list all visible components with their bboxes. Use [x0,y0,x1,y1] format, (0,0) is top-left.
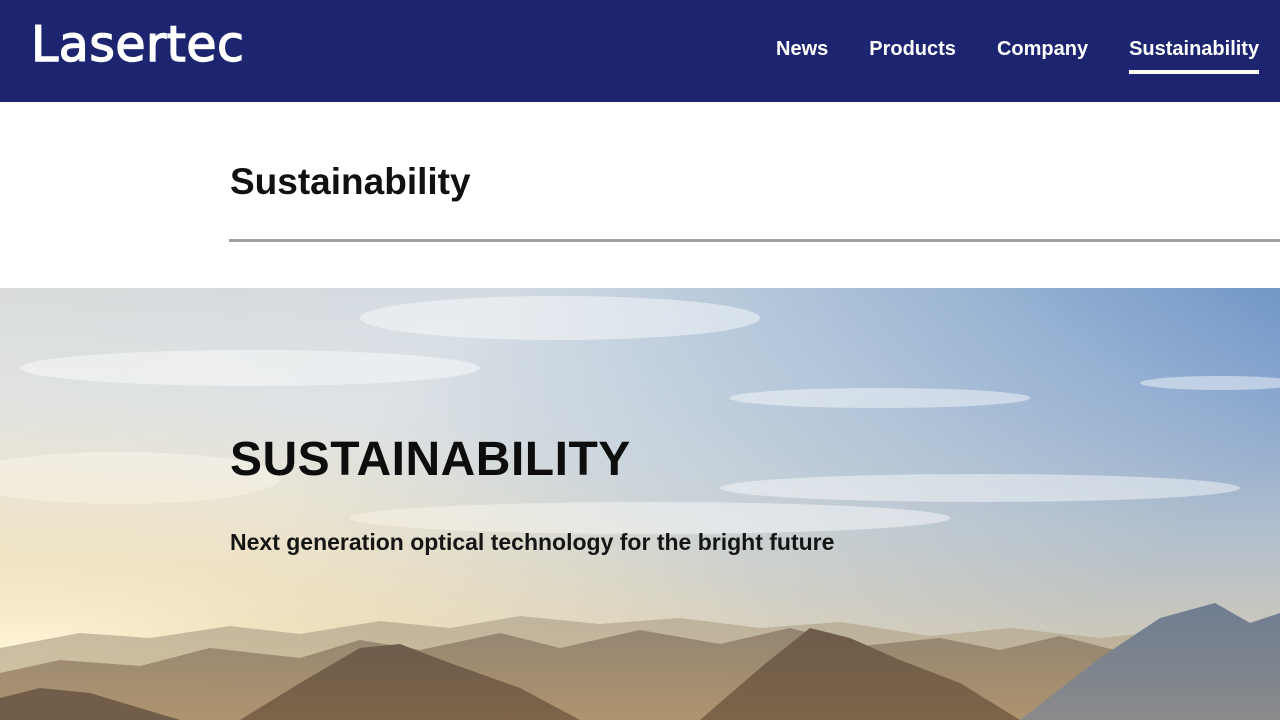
nav-item-sustainability[interactable]: Sustainability [1129,37,1260,74]
main-nav: News Products Company Sustainability [776,0,1280,102]
nav-item-news[interactable]: News [776,37,828,61]
title-divider [229,239,1280,242]
hero-heading: SUSTAINABILITY [230,433,631,486]
page-title-section: Sustainability [0,102,1280,288]
nav-item-products[interactable]: Products [869,37,956,61]
hero-subheading: Next generation optical technology for t… [230,529,835,555]
site-header: Lasertec News Products Company Sustainab… [0,0,1280,102]
hero-banner: SUSTAINABILITY Next generation optical t… [0,288,1280,720]
lasertec-logo[interactable]: Lasertec [30,15,244,75]
mountain-sky-image [0,288,1280,720]
nav-item-company[interactable]: Company [997,37,1088,61]
page-title: Sustainability [230,161,471,202]
